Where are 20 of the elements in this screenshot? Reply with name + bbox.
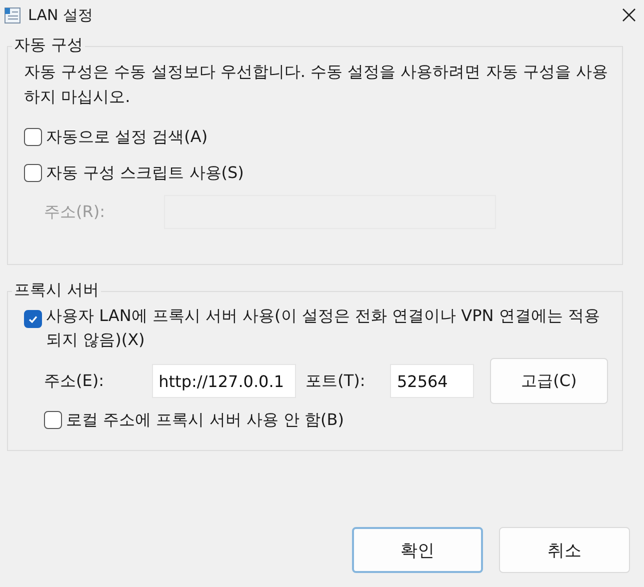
field-label: 포트(T): xyxy=(306,370,366,392)
address-field[interactable]: http://127.0.0.1 xyxy=(152,364,296,398)
checkbox-label[interactable]: 사용자 LAN에 프록시 서버 사용(이 설정은 전화 연결이나 VPN 연결에는 적용되지 않음)(X) xyxy=(46,304,608,352)
checkbox-label[interactable]: 자동으로 설정 검색(A) xyxy=(46,126,208,148)
checkbox-label[interactable]: 로컬 주소에 프록시 서버 사용 안 함(B) xyxy=(66,410,344,430)
checkbox-label[interactable]: 자동 구성 스크립트 사용(S) xyxy=(46,162,244,184)
field-label: 주소(R): xyxy=(44,202,106,222)
checkbox[interactable] xyxy=(24,310,42,328)
port-field[interactable]: 52564 xyxy=(390,364,474,398)
close-icon[interactable] xyxy=(622,8,636,22)
cancel-button[interactable]: 취소 xyxy=(499,527,630,573)
window-title: LAN 설정 xyxy=(28,6,94,24)
checkbox[interactable] xyxy=(24,164,42,182)
description-text: 자동 구성은 수동 설정보다 우선합니다. 수동 설정을 사용하려면 자동 구성을 사용하지 마십시오. xyxy=(24,61,608,108)
ok-button[interactable]: 확인 xyxy=(352,527,483,573)
advanced-button[interactable]: 고급(C) xyxy=(490,358,608,404)
settings-document-icon xyxy=(4,6,22,24)
checkbox[interactable] xyxy=(24,128,42,146)
checkbox[interactable] xyxy=(44,411,62,429)
field-label: 주소(E): xyxy=(44,370,105,392)
